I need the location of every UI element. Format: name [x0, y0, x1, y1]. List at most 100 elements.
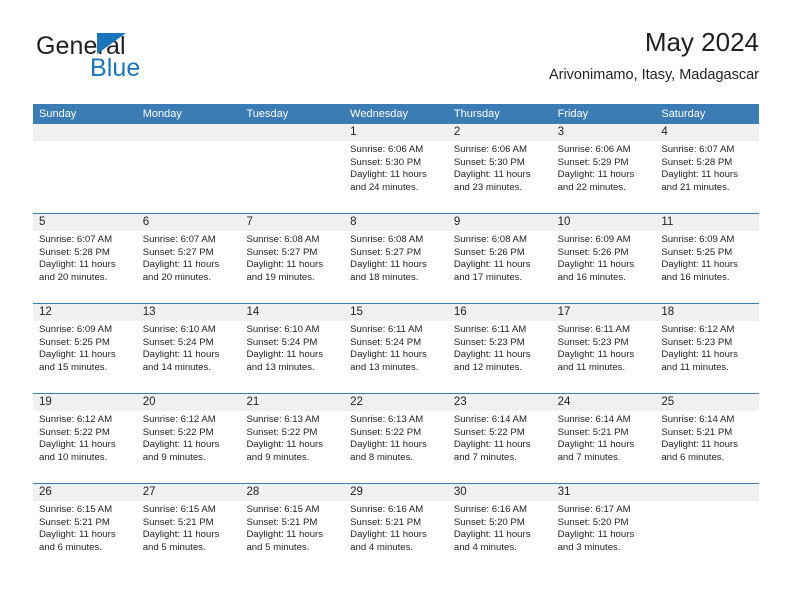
day-number: 10	[551, 214, 656, 231]
daylight-duration-line2: and 18 minutes.	[350, 271, 419, 283]
day-details: Sunrise: 6:06 AM Sunset: 5:29 PM Daylight:…	[552, 141, 656, 194]
day-details: Sunrise: 6:14 AM Sunset: 5:21 PM Daylight:…	[552, 411, 656, 464]
daylight-duration-line1: Daylight: 11 hours	[142, 529, 220, 541]
calendar-day-cell[interactable]: 25 Sunrise: 6:14 AM Sunset: 5:21 PM Dayligh…	[655, 394, 760, 483]
calendar-day-cell[interactable]: 4 Sunrise: 6:07 AM Sunset: 5:28 PM Daylight…	[655, 124, 760, 213]
day-number: 4	[655, 124, 760, 141]
calendar-day-cell[interactable]: 14 Sunrise: 6:10 AM Sunset: 5:24 PM Dayligh…	[240, 304, 345, 393]
calendar-day-cell[interactable]: 21 Sunrise: 6:13 AM Sunset: 5:22 PM Dayligh…	[240, 394, 345, 483]
location-subtitle: Arivonimamo, Itasy, Madagascar	[548, 67, 759, 83]
calendar-day-cell[interactable]: 29 Sunrise: 6:16 AM Sunset: 5:21 PM Dayligh…	[344, 484, 448, 573]
sunset-time: Sunset: 5:20 PM	[453, 516, 525, 528]
daylight-duration-line1: Daylight: 11 hours	[39, 349, 116, 361]
sunrise-time: Sunrise: 6:10 AM	[246, 324, 320, 335]
daylight-duration-line2: and 5 minutes.	[142, 541, 206, 553]
sunset-time: Sunset: 5:27 PM	[350, 246, 422, 258]
calendar-day-cell[interactable]: 28 Sunrise: 6:15 AM Sunset: 5:21 PM Dayligh…	[240, 484, 345, 573]
calendar-day-cell[interactable]: 23 Sunrise: 6:14 AM Sunset: 5:22 PM Dayligh…	[447, 394, 552, 483]
daylight-duration-line1: Daylight: 11 hours	[557, 349, 635, 361]
daylight-duration-line2: and 7 minutes.	[453, 451, 517, 463]
day-details: Sunrise: 6:12 AM Sunset: 5:22 PM Daylight:…	[33, 411, 137, 464]
calendar-day-cell[interactable]: 22 Sunrise: 6:13 AM Sunset: 5:22 PM Dayligh…	[344, 394, 448, 483]
calendar-day-cell[interactable]: 9 Sunrise: 6:08 AM Sunset: 5:26 PM Daylight…	[447, 214, 552, 303]
calendar-day-cell[interactable]: 16 Sunrise: 6:11 AM Sunset: 5:23 PM Dayligh…	[447, 304, 552, 393]
day-details: Sunrise: 6:07 AM Sunset: 5:28 PM Daylight:…	[655, 141, 759, 194]
calendar-cell-empty	[33, 124, 137, 213]
calendar-day-cell[interactable]: 15 Sunrise: 6:11 AM Sunset: 5:24 PM Dayligh…	[344, 304, 448, 393]
day-number: 6	[136, 214, 241, 231]
sunrise-time: Sunrise: 6:11 AM	[350, 324, 423, 335]
calendar-day-cell[interactable]: 1 Sunrise: 6:06 AM Sunset: 5:30 PM Daylight…	[344, 124, 448, 213]
sunrise-time: Sunrise: 6:14 AM	[661, 414, 735, 425]
daylight-duration-line2: and 14 minutes.	[142, 361, 211, 373]
daylight-duration-line1: Daylight: 11 hours	[39, 529, 116, 541]
daylight-duration-line1: Daylight: 11 hours	[39, 259, 116, 271]
day-details: Sunrise: 6:12 AM Sunset: 5:23 PM Daylight:…	[655, 321, 759, 374]
sunrise-time: Sunrise: 6:07 AM	[142, 234, 216, 245]
calendar-day-cell[interactable]: 27 Sunrise: 6:15 AM Sunset: 5:21 PM Dayligh…	[136, 484, 241, 573]
calendar-day-cell[interactable]: 26 Sunrise: 6:15 AM Sunset: 5:21 PM Dayligh…	[33, 484, 137, 573]
calendar-day-cell[interactable]: 3 Sunrise: 6:06 AM Sunset: 5:29 PM Daylight…	[551, 124, 656, 213]
calendar-day-cell[interactable]: 7 Sunrise: 6:08 AM Sunset: 5:27 PM Daylight…	[240, 214, 345, 303]
weekday-header-saturday: Saturday	[661, 108, 706, 120]
weekday-header-thursday: Thursday	[453, 108, 500, 120]
daylight-duration-line1: Daylight: 11 hours	[661, 349, 738, 361]
calendar-day-cell[interactable]: 8 Sunrise: 6:08 AM Sunset: 5:27 PM Daylight…	[344, 214, 448, 303]
calendar-week-row: 19 Sunrise: 6:12 AM Sunset: 5:22 PM Dayligh…	[33, 393, 760, 483]
calendar-day-cell[interactable]: 30 Sunrise: 6:16 AM Sunset: 5:20 PM Dayligh…	[447, 484, 552, 573]
day-details: Sunrise: 6:09 AM Sunset: 5:25 PM Daylight:…	[655, 231, 759, 284]
day-number: 11	[655, 214, 760, 231]
calendar-cell-empty	[136, 124, 241, 213]
day-details: Sunrise: 6:06 AM Sunset: 5:30 PM Daylight:…	[344, 141, 448, 194]
sunrise-time: Sunrise: 6:07 AM	[39, 234, 113, 245]
day-number	[240, 124, 345, 141]
daylight-duration-line1: Daylight: 11 hours	[557, 529, 635, 541]
calendar-day-cell[interactable]: 17 Sunrise: 6:11 AM Sunset: 5:23 PM Dayligh…	[551, 304, 656, 393]
sunrise-time: Sunrise: 6:15 AM	[142, 504, 216, 515]
day-number: 21	[240, 394, 345, 411]
daylight-duration-line2: and 15 minutes.	[39, 361, 108, 373]
daylight-duration-line2: and 6 minutes.	[39, 541, 102, 553]
calendar-day-cell[interactable]: 11 Sunrise: 6:09 AM Sunset: 5:25 PM Dayligh…	[655, 214, 760, 303]
calendar-day-cell[interactable]: 19 Sunrise: 6:12 AM Sunset: 5:22 PM Dayligh…	[33, 394, 137, 483]
daylight-duration-line1: Daylight: 11 hours	[350, 169, 427, 181]
calendar-day-cell[interactable]: 12 Sunrise: 6:09 AM Sunset: 5:25 PM Dayligh…	[33, 304, 137, 393]
calendar-day-cell[interactable]: 31 Sunrise: 6:17 AM Sunset: 5:20 PM Dayligh…	[551, 484, 656, 573]
daylight-duration-line2: and 8 minutes.	[350, 451, 414, 463]
daylight-duration-line2: and 19 minutes.	[246, 271, 315, 283]
brand-logo[interactable]: General Blue	[33, 32, 263, 94]
day-details: Sunrise: 6:11 AM Sunset: 5:23 PM Daylight:…	[552, 321, 656, 374]
calendar-day-cell[interactable]: 10 Sunrise: 6:09 AM Sunset: 5:26 PM Dayligh…	[551, 214, 656, 303]
day-details: Sunrise: 6:08 AM Sunset: 5:27 PM Daylight:…	[240, 231, 344, 284]
calendar-day-cell[interactable]: 2 Sunrise: 6:06 AM Sunset: 5:30 PM Daylight…	[447, 124, 552, 213]
calendar-day-cell[interactable]: 18 Sunrise: 6:12 AM Sunset: 5:23 PM Dayligh…	[655, 304, 760, 393]
sunset-time: Sunset: 5:21 PM	[246, 516, 318, 528]
sunset-time: Sunset: 5:30 PM	[453, 156, 525, 168]
calendar-day-cell[interactable]: 5 Sunrise: 6:07 AM Sunset: 5:28 PM Daylight…	[33, 214, 137, 303]
calendar-day-cell[interactable]: 20 Sunrise: 6:12 AM Sunset: 5:22 PM Dayligh…	[136, 394, 241, 483]
day-details: Sunrise: 6:09 AM Sunset: 5:26 PM Daylight:…	[552, 231, 656, 284]
sunrise-time: Sunrise: 6:15 AM	[39, 504, 113, 515]
calendar-week-row: 26 Sunrise: 6:15 AM Sunset: 5:21 PM Dayligh…	[33, 483, 760, 573]
sunrise-time: Sunrise: 6:13 AM	[350, 414, 424, 425]
day-number: 27	[136, 484, 241, 501]
calendar-day-cell[interactable]: 6 Sunrise: 6:07 AM Sunset: 5:27 PM Daylight…	[136, 214, 241, 303]
sunrise-time: Sunrise: 6:16 AM	[350, 504, 424, 515]
weeks-container: 1 Sunrise: 6:06 AM Sunset: 5:30 PM Daylight…	[33, 124, 760, 573]
calendar-day-cell[interactable]: 13 Sunrise: 6:10 AM Sunset: 5:24 PM Dayligh…	[136, 304, 241, 393]
day-number: 20	[136, 394, 241, 411]
weekday-header-monday: Monday	[142, 108, 182, 120]
day-number: 19	[33, 394, 137, 411]
sunset-time: Sunset: 5:22 PM	[350, 426, 422, 438]
sunset-time: Sunset: 5:21 PM	[142, 516, 214, 528]
sunrise-time: Sunrise: 6:14 AM	[557, 414, 631, 425]
daylight-duration-line2: and 24 minutes.	[350, 181, 419, 193]
sunset-time: Sunset: 5:26 PM	[557, 246, 629, 258]
day-number: 28	[240, 484, 345, 501]
daylight-duration-line2: and 17 minutes.	[453, 271, 523, 283]
daylight-duration-line2: and 5 minutes.	[246, 541, 310, 553]
sunrise-time: Sunrise: 6:09 AM	[557, 234, 631, 245]
daylight-duration-line2: and 16 minutes.	[557, 271, 626, 283]
calendar-day-cell[interactable]: 24 Sunrise: 6:14 AM Sunset: 5:21 PM Dayligh…	[551, 394, 656, 483]
sunrise-time: Sunrise: 6:09 AM	[39, 324, 113, 335]
